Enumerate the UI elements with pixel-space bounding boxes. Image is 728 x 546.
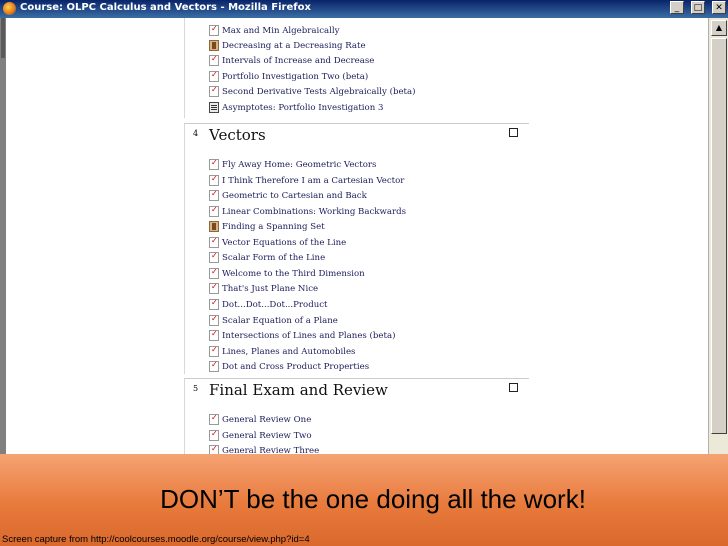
quiz-icon [209,444,219,454]
activity-label[interactable]: Scalar Equation of a Plane [222,316,338,326]
activity-label[interactable]: General Review One [222,415,311,425]
activity-link[interactable]: Scalar Form of the Line [209,247,325,263]
quiz-icon [209,158,219,170]
quiz-icon [209,85,219,97]
activity-label[interactable]: Geometric to Cartesian and Back [222,191,367,201]
activity-link[interactable]: Second Derivative Tests Algebraically (b… [209,81,415,97]
activity-link[interactable]: General Review Three [209,440,319,454]
section-number: 4 [193,129,199,138]
quiz-icon [209,329,219,341]
browser-content: Max and Min Algebraically Decreasing at … [6,18,708,454]
activity-link[interactable]: Lines, Planes and Automobiles [209,341,355,357]
section-title: Vectors [209,126,266,144]
quiz-icon [209,413,219,425]
activity-label[interactable]: That's Just Plane Nice [222,284,318,294]
minimize-button[interactable]: _ [669,1,684,14]
activity-label[interactable]: Decreasing at a Decreasing Rate [222,41,366,51]
activity-link[interactable]: Geometric to Cartesian and Back [209,185,367,201]
quiz-icon [209,189,219,201]
firefox-icon [3,2,16,15]
activity-link[interactable]: Vector Equations of the Line [209,232,346,248]
course-section-3: Max and Min Algebraically Decreasing at … [184,18,529,118]
activity-label[interactable]: Portfolio Investigation Two (beta) [222,72,368,82]
activity-link[interactable]: Welcome to the Third Dimension [209,263,365,279]
activity-link[interactable]: Scalar Equation of a Plane [209,310,338,326]
activity-label[interactable]: I Think Therefore I am a Cartesian Vecto… [222,176,404,186]
scroll-up-button[interactable]: ▲ [711,20,727,36]
activity-link[interactable]: Portfolio Investigation Two (beta) [209,66,368,82]
activity-label[interactable]: Dot and Cross Product Properties [222,362,369,372]
resource-icon [209,102,219,113]
scrollbar-thumb[interactable] [711,38,727,434]
activity-label[interactable]: General Review Three [222,446,319,455]
activity-label[interactable]: Welcome to the Third Dimension [222,269,365,279]
vertical-scrollbar[interactable]: ▲ [708,18,728,454]
activity-link[interactable]: Linear Combinations: Working Backwards [209,201,406,217]
maximize-button[interactable]: □ [690,1,705,14]
window-titlebar: Course: OLPC Calculus and Vectors - Mozi… [0,0,728,18]
activity-link[interactable]: General Review Two [209,425,312,441]
activity-link[interactable]: Decreasing at a Decreasing Rate [209,35,366,51]
activity-link[interactable]: Finding a Spanning Set [209,216,325,232]
activity-label[interactable]: Asymptotes: Portfolio Investigation 3 [222,103,383,113]
activity-link[interactable]: Fly Away Home: Geometric Vectors [209,154,376,170]
banner-headline: DON’T be the one doing all the work! [160,484,586,514]
close-button[interactable]: ✕ [712,1,726,14]
quiz-icon [209,360,219,372]
activity-link[interactable]: Intersections of Lines and Planes (beta) [209,325,395,341]
section-toggle-checkbox[interactable] [509,128,518,137]
activity-label[interactable]: Vector Equations of the Line [222,238,346,248]
activity-label[interactable]: Intersections of Lines and Planes (beta) [222,331,395,341]
activity-label[interactable]: Linear Combinations: Working Backwards [222,207,406,217]
activity-link[interactable]: Dot...Dot...Dot...Product [209,294,328,310]
quiz-icon [209,298,219,310]
course-section-4: 4 Vectors Fly Away Home: Geometric Vecto… [184,123,529,374]
activity-link[interactable]: Intervals of Increase and Decrease [209,50,374,66]
quiz-icon [209,251,219,263]
activity-link[interactable]: I Think Therefore I am a Cartesian Vecto… [209,170,404,186]
choice-icon [209,221,219,232]
activity-link[interactable]: Asymptotes: Portfolio Investigation 3 [209,97,383,113]
left-edge-thumb [1,18,5,58]
course-column: Max and Min Algebraically Decreasing at … [184,18,529,454]
activity-label[interactable]: Lines, Planes and Automobiles [222,347,355,357]
activity-link[interactable]: General Review One [209,409,311,425]
section-title: Final Exam and Review [209,381,388,399]
activity-label[interactable]: Fly Away Home: Geometric Vectors [222,160,376,170]
screen-capture-caption: Screen capture from http://coolcourses.m… [2,534,310,545]
activity-label[interactable]: Second Derivative Tests Algebraically (b… [222,87,415,97]
activity-link[interactable]: That's Just Plane Nice [209,278,318,294]
course-section-5: 5 Final Exam and Review General Review O… [184,378,529,454]
activity-label[interactable]: Max and Min Algebraically [222,26,340,36]
slide-banner: DON’T be the one doing all the work! Scr… [0,454,728,546]
activity-label[interactable]: Scalar Form of the Line [222,253,325,263]
section-number: 5 [193,384,199,393]
activity-label[interactable]: Intervals of Increase and Decrease [222,56,374,66]
activity-label[interactable]: Dot...Dot...Dot...Product [222,300,328,310]
quiz-icon [209,54,219,66]
section-toggle-checkbox[interactable] [509,383,518,392]
quiz-icon [209,282,219,294]
activity-label[interactable]: General Review Two [222,431,312,441]
activity-link[interactable]: Dot and Cross Product Properties [209,356,369,372]
activity-label[interactable]: Finding a Spanning Set [222,222,325,232]
window-title: Course: OLPC Calculus and Vectors - Mozi… [20,2,311,13]
activity-link[interactable]: Max and Min Algebraically [209,20,340,36]
